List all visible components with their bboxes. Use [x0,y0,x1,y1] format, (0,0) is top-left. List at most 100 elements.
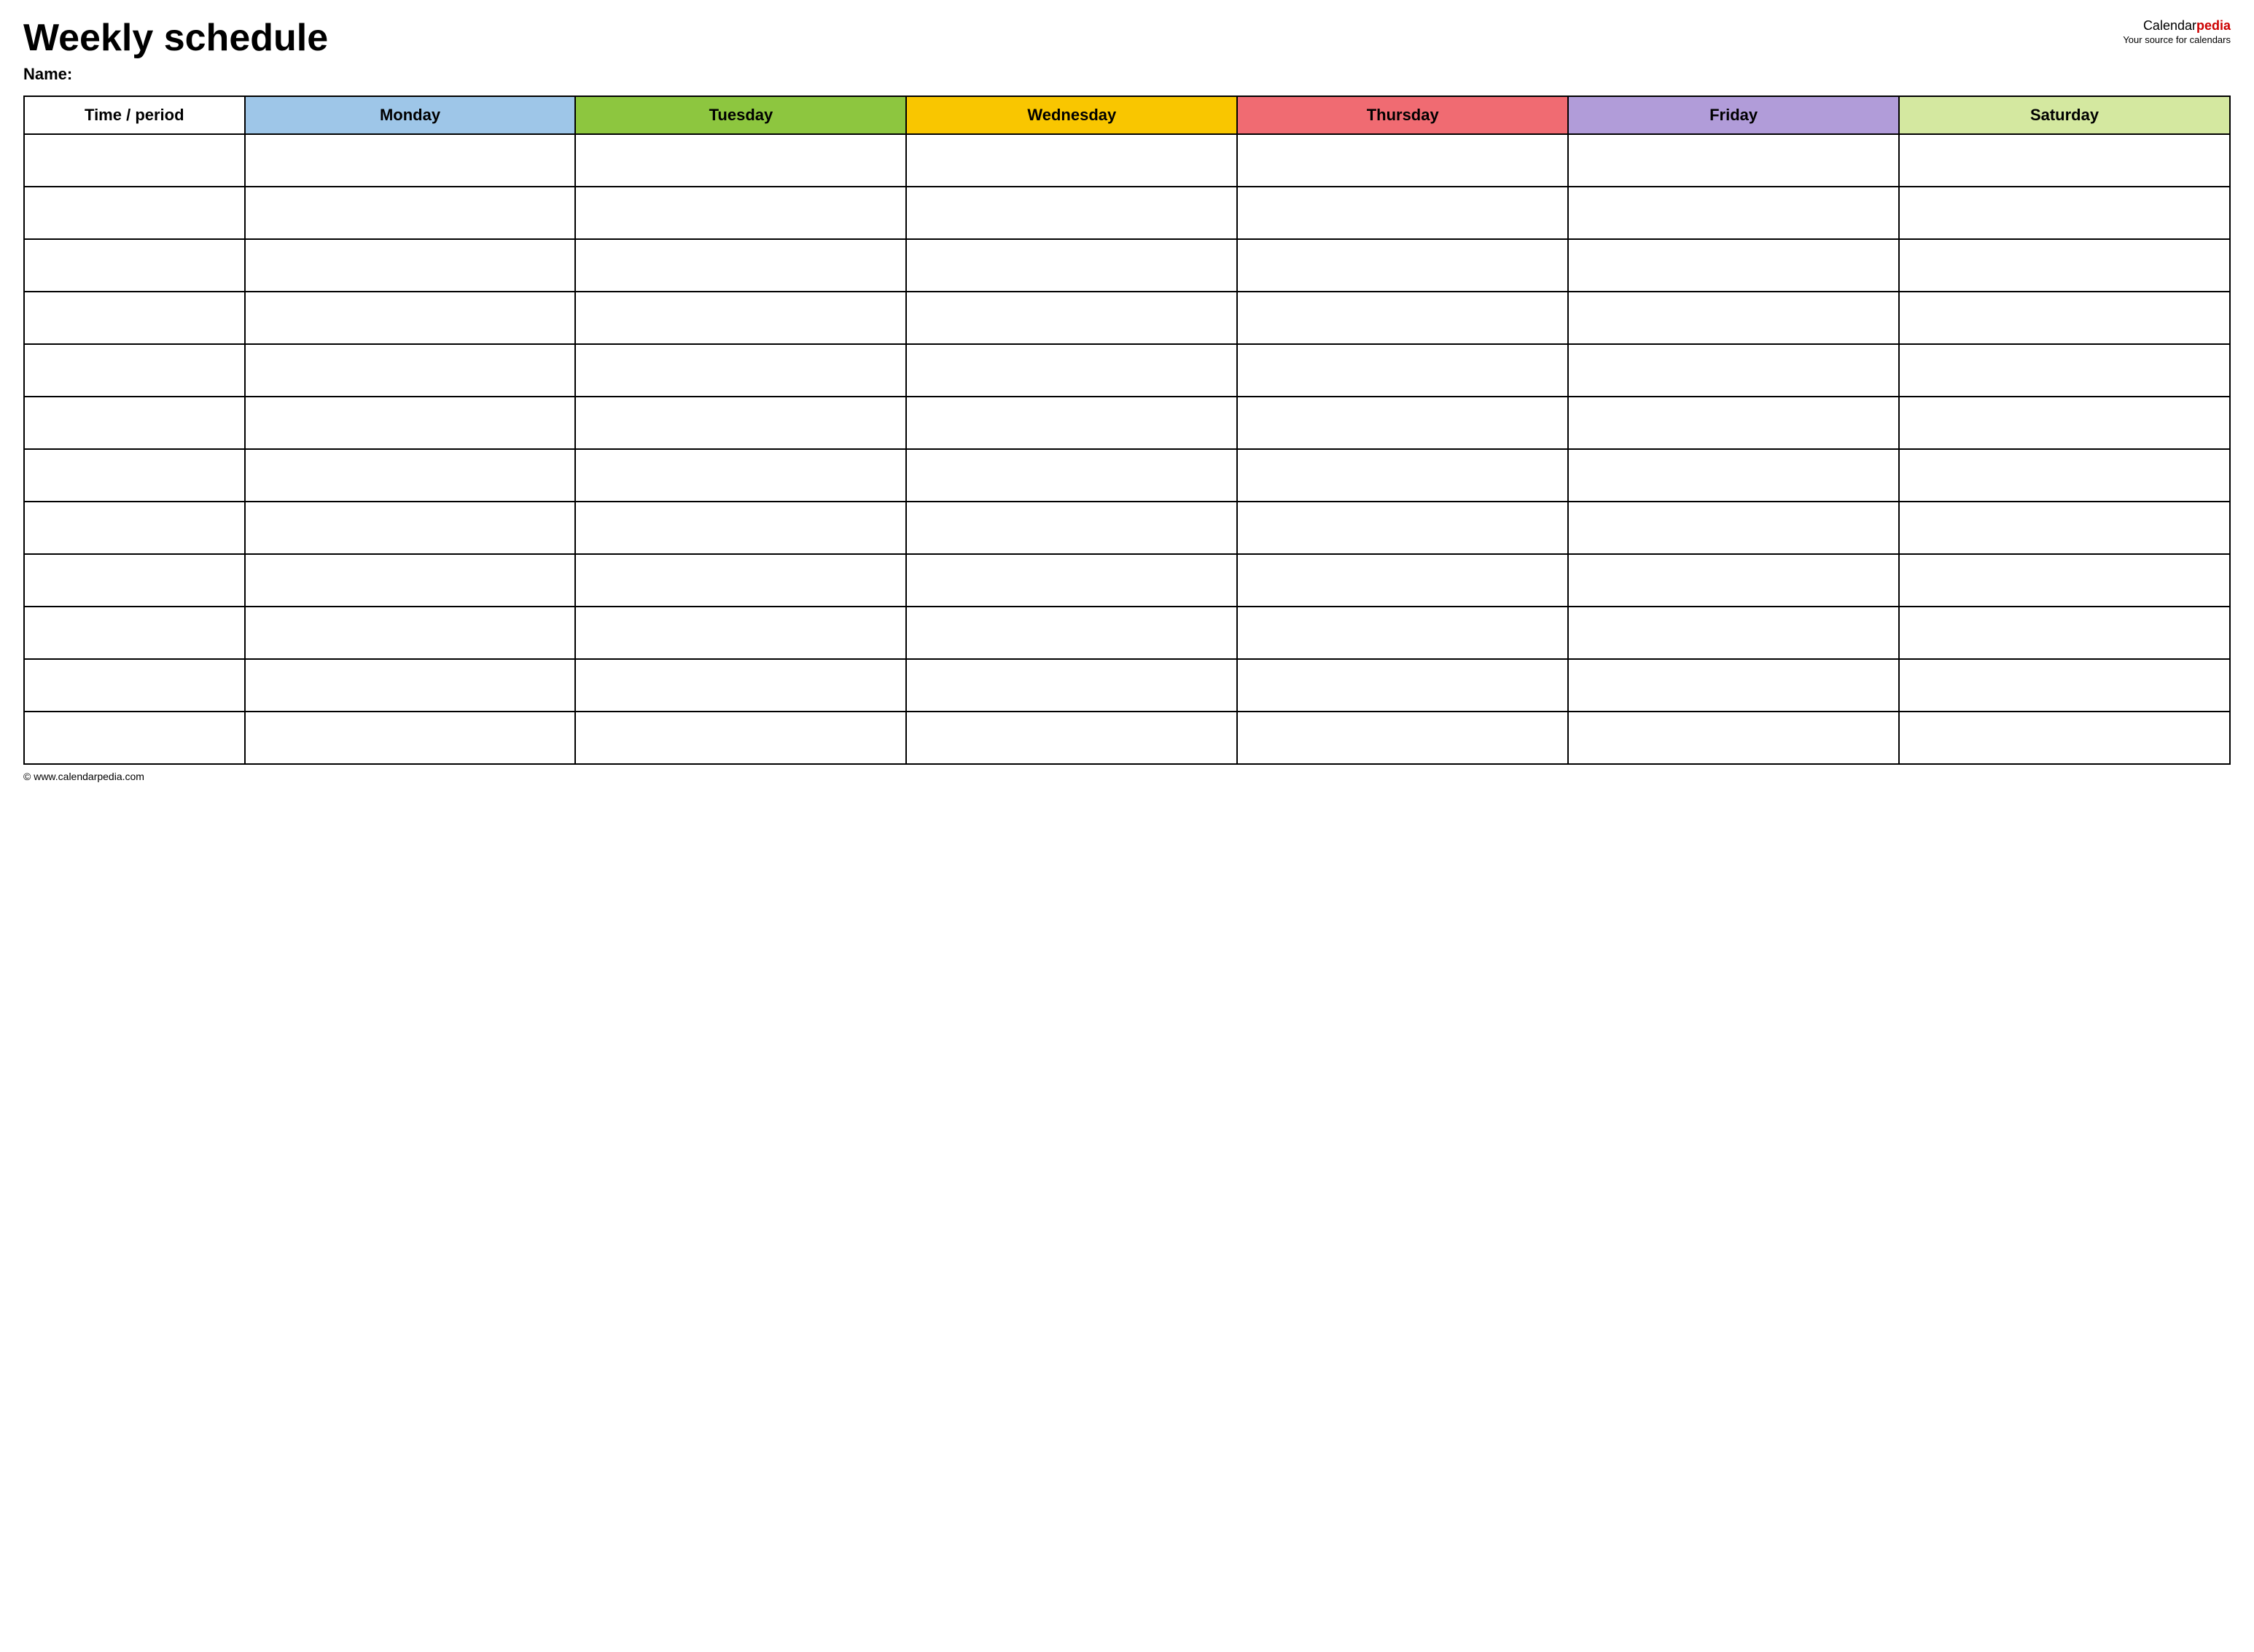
schedule-cell[interactable] [575,712,906,764]
schedule-cell[interactable] [906,292,1237,344]
schedule-cell[interactable] [1568,554,1899,607]
schedule-cell[interactable] [245,449,576,502]
table-row [24,712,2230,764]
time-cell[interactable] [24,659,245,712]
schedule-cell[interactable] [1568,134,1899,187]
time-cell[interactable] [24,712,245,764]
schedule-cell[interactable] [1899,502,2230,554]
schedule-cell[interactable] [245,607,576,659]
time-cell[interactable] [24,502,245,554]
schedule-cell[interactable] [575,239,906,292]
schedule-cell[interactable] [1568,187,1899,239]
schedule-cell[interactable] [1899,607,2230,659]
col-header-tuesday: Tuesday [575,96,906,134]
schedule-cell[interactable] [575,554,906,607]
schedule-cell[interactable] [575,659,906,712]
schedule-cell[interactable] [1899,449,2230,502]
schedule-cell[interactable] [1899,659,2230,712]
schedule-cell[interactable] [906,344,1237,397]
schedule-cell[interactable] [1899,239,2230,292]
schedule-cell[interactable] [1237,449,1568,502]
time-cell[interactable] [24,134,245,187]
col-header-thursday: Thursday [1237,96,1568,134]
time-cell[interactable] [24,449,245,502]
schedule-cell[interactable] [575,134,906,187]
schedule-cell[interactable] [1237,239,1568,292]
schedule-cell[interactable] [1899,397,2230,449]
col-header-saturday: Saturday [1899,96,2230,134]
table-row [24,187,2230,239]
schedule-cell[interactable] [1237,344,1568,397]
schedule-cell[interactable] [245,344,576,397]
schedule-cell[interactable] [906,502,1237,554]
footer: © www.calendarpedia.com [23,771,2231,782]
schedule-cell[interactable] [245,502,576,554]
schedule-cell[interactable] [575,397,906,449]
schedule-cell[interactable] [1899,134,2230,187]
schedule-cell[interactable] [575,344,906,397]
schedule-cell[interactable] [1899,554,2230,607]
schedule-cell[interactable] [575,607,906,659]
schedule-cell[interactable] [1237,712,1568,764]
schedule-cell[interactable] [245,292,576,344]
schedule-cell[interactable] [1568,712,1899,764]
schedule-cell[interactable] [1237,554,1568,607]
time-cell[interactable] [24,292,245,344]
schedule-cell[interactable] [1568,502,1899,554]
schedule-cell[interactable] [1568,292,1899,344]
page-title: Weekly schedule [23,17,328,59]
time-cell[interactable] [24,344,245,397]
table-row [24,344,2230,397]
logo-pedia-part: pedia [2196,18,2231,33]
schedule-cell[interactable] [1237,187,1568,239]
schedule-cell[interactable] [1237,397,1568,449]
schedule-cell[interactable] [245,712,576,764]
logo-container: Calendarpedia Your source for calendars [2123,17,2231,47]
schedule-cell[interactable] [575,449,906,502]
schedule-cell[interactable] [1237,502,1568,554]
schedule-cell[interactable] [245,239,576,292]
schedule-cell[interactable] [906,187,1237,239]
schedule-cell[interactable] [1568,344,1899,397]
schedule-cell[interactable] [906,239,1237,292]
schedule-cell[interactable] [906,554,1237,607]
schedule-body [24,134,2230,764]
schedule-cell[interactable] [1237,292,1568,344]
schedule-cell[interactable] [245,134,576,187]
time-cell[interactable] [24,397,245,449]
schedule-cell[interactable] [1568,239,1899,292]
col-header-time: Time / period [24,96,245,134]
time-cell[interactable] [24,239,245,292]
time-cell[interactable] [24,607,245,659]
table-row [24,134,2230,187]
schedule-cell[interactable] [245,397,576,449]
schedule-cell[interactable] [1899,292,2230,344]
schedule-cell[interactable] [1899,344,2230,397]
schedule-cell[interactable] [1237,134,1568,187]
schedule-cell[interactable] [575,292,906,344]
schedule-cell[interactable] [1568,397,1899,449]
schedule-cell[interactable] [575,502,906,554]
schedule-cell[interactable] [906,712,1237,764]
schedule-table: Time / period Monday Tuesday Wednesday T… [23,96,2231,765]
time-cell[interactable] [24,187,245,239]
schedule-cell[interactable] [1568,607,1899,659]
schedule-cell[interactable] [245,554,576,607]
table-row [24,554,2230,607]
schedule-cell[interactable] [1899,187,2230,239]
schedule-cell[interactable] [245,187,576,239]
schedule-cell[interactable] [245,659,576,712]
schedule-cell[interactable] [1237,659,1568,712]
schedule-cell[interactable] [1237,607,1568,659]
schedule-cell[interactable] [575,187,906,239]
schedule-cell[interactable] [1568,449,1899,502]
schedule-cell[interactable] [906,659,1237,712]
schedule-cell[interactable] [1899,712,2230,764]
table-row [24,292,2230,344]
time-cell[interactable] [24,554,245,607]
schedule-cell[interactable] [1568,659,1899,712]
schedule-cell[interactable] [906,607,1237,659]
schedule-cell[interactable] [906,397,1237,449]
schedule-cell[interactable] [906,449,1237,502]
schedule-cell[interactable] [906,134,1237,187]
